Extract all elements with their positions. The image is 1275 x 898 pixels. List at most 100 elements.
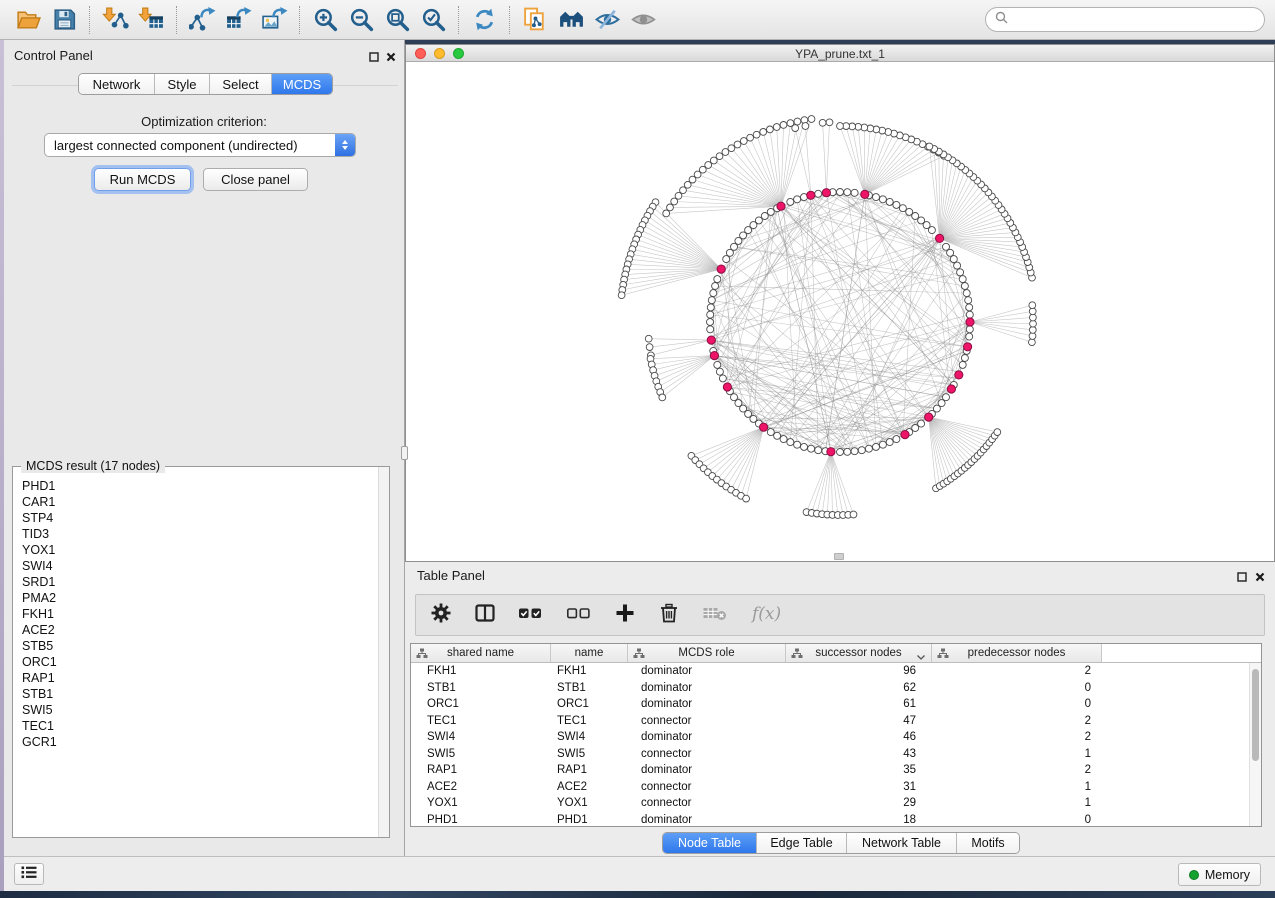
delete-column-button[interactable] bbox=[658, 602, 680, 629]
network-graph-canvas[interactable] bbox=[406, 62, 1274, 561]
cell-MCDS-role: connector bbox=[628, 715, 786, 727]
float-table-panel-icon[interactable] bbox=[1237, 569, 1247, 587]
table-row[interactable]: YOX1YOX1connector291 bbox=[411, 795, 1261, 812]
first-neighbors-button[interactable] bbox=[553, 5, 589, 35]
tab-select[interactable]: Select bbox=[210, 74, 272, 94]
table-row[interactable]: ACE2ACE2connector311 bbox=[411, 779, 1261, 796]
tab-mcds[interactable]: MCDS bbox=[272, 74, 332, 94]
optimization-criterion-select[interactable]: largest connected component (undirected) bbox=[44, 133, 356, 157]
network-title: YPA_prune.txt_1 bbox=[406, 47, 1274, 61]
add-column-button[interactable] bbox=[614, 602, 636, 629]
hide-selected-button[interactable] bbox=[589, 5, 625, 35]
zoom-fit-button[interactable] bbox=[379, 5, 415, 35]
mcds-result-item[interactable]: STP4 bbox=[22, 510, 377, 526]
save-session-button[interactable] bbox=[46, 5, 82, 35]
show-all-button[interactable] bbox=[625, 5, 661, 35]
mcds-result-item[interactable]: RAP1 bbox=[22, 670, 377, 686]
mcds-result-item[interactable]: YOX1 bbox=[22, 542, 377, 558]
mcds-result-item[interactable]: TEC1 bbox=[22, 718, 377, 734]
import-table-button[interactable] bbox=[133, 5, 169, 35]
close-panel-button[interactable]: Close panel bbox=[203, 168, 308, 191]
export-table-button[interactable] bbox=[220, 5, 256, 35]
unselect-all-icon bbox=[566, 602, 592, 629]
zoom-selected-button[interactable] bbox=[415, 5, 451, 35]
cell-name: YOX1 bbox=[551, 797, 628, 809]
mcds-result-item[interactable]: STB5 bbox=[22, 638, 377, 654]
network-window-titlebar[interactable]: YPA_prune.txt_1 bbox=[406, 45, 1274, 62]
column-header-successor-nodes[interactable]: successor nodes bbox=[786, 644, 932, 662]
table-row[interactable]: SWI4SWI4dominator462 bbox=[411, 729, 1261, 746]
mcds-result-item[interactable]: FKH1 bbox=[22, 606, 377, 622]
panel-menu-button[interactable] bbox=[14, 863, 44, 885]
search-box[interactable] bbox=[985, 7, 1265, 32]
mcds-result-item[interactable]: SRD1 bbox=[22, 574, 377, 590]
mcds-result-item[interactable]: STB1 bbox=[22, 686, 377, 702]
mcds-result-item[interactable]: CAR1 bbox=[22, 494, 377, 510]
mcds-result-item[interactable]: ACE2 bbox=[22, 622, 377, 638]
cell-shared-name: STB1 bbox=[411, 682, 551, 694]
open-file-icon bbox=[15, 6, 42, 33]
column-header-predecessor-nodes[interactable]: predecessor nodes bbox=[932, 644, 1102, 662]
mcds-list-scrollbar[interactable] bbox=[378, 467, 389, 837]
tab-network-table[interactable]: Network Table bbox=[847, 833, 957, 853]
panel-splitter-handle[interactable] bbox=[401, 446, 408, 460]
tab-network[interactable]: Network bbox=[79, 74, 155, 94]
table-row[interactable]: ORC1ORC1dominator610 bbox=[411, 696, 1261, 713]
sort-chevron-icon[interactable] bbox=[917, 651, 925, 663]
mcds-result-item[interactable]: PMA2 bbox=[22, 590, 377, 606]
network-scrollbar-thumb[interactable] bbox=[834, 553, 844, 560]
settings-button[interactable] bbox=[430, 602, 452, 629]
tab-motifs[interactable]: Motifs bbox=[957, 833, 1019, 853]
table-row[interactable]: RAP1RAP1dominator352 bbox=[411, 762, 1261, 779]
table-row[interactable]: SWI5SWI5connector431 bbox=[411, 746, 1261, 763]
refresh-layout-button[interactable] bbox=[466, 5, 502, 35]
search-input[interactable] bbox=[1014, 13, 1255, 27]
tab-edge-table[interactable]: Edge Table bbox=[757, 833, 847, 853]
table-toolbar: f(x) bbox=[415, 594, 1265, 636]
network-view-window: YPA_prune.txt_1 bbox=[405, 44, 1275, 562]
delete-table-icon bbox=[702, 602, 728, 629]
columns-button[interactable] bbox=[474, 602, 496, 629]
run-mcds-button[interactable]: Run MCDS bbox=[94, 168, 191, 191]
table-row[interactable]: PHD1PHD1dominator180 bbox=[411, 812, 1261, 827]
cell-successor-nodes: 43 bbox=[786, 748, 932, 760]
table-panel-tabs: Node TableEdge TableNetwork TableMotifs bbox=[662, 832, 1020, 854]
add-column-icon bbox=[614, 602, 636, 629]
import-network-button[interactable] bbox=[97, 5, 133, 35]
tab-node-table[interactable]: Node Table bbox=[663, 833, 757, 853]
cell-shared-name: YOX1 bbox=[411, 797, 551, 809]
table-row[interactable]: TEC1TEC1connector472 bbox=[411, 713, 1261, 730]
mcds-result-item[interactable]: SWI4 bbox=[22, 558, 377, 574]
zoom-in-button[interactable] bbox=[307, 5, 343, 35]
mcds-result-item[interactable]: SWI5 bbox=[22, 702, 377, 718]
close-table-panel-icon[interactable] bbox=[1255, 569, 1265, 587]
column-header-name[interactable]: name bbox=[551, 644, 628, 662]
select-all-button[interactable] bbox=[518, 602, 544, 629]
cell-successor-nodes: 47 bbox=[786, 715, 932, 727]
mcds-result-item[interactable]: PHD1 bbox=[22, 478, 377, 494]
import-table-icon bbox=[138, 6, 165, 33]
column-header-MCDS-role[interactable]: MCDS role bbox=[628, 644, 786, 662]
clone-network-button[interactable] bbox=[517, 5, 553, 35]
float-panel-icon[interactable] bbox=[369, 49, 379, 67]
table-row[interactable]: FKH1FKH1dominator962 bbox=[411, 663, 1261, 680]
mcds-result-item[interactable]: GCR1 bbox=[22, 734, 377, 750]
cell-MCDS-role: connector bbox=[628, 781, 786, 793]
close-panel-icon[interactable] bbox=[386, 49, 396, 67]
mcds-result-list: PHD1CAR1STP4TID3YOX1SWI4SRD1PMA2FKH1ACE2… bbox=[14, 470, 377, 836]
table-scrollbar-thumb[interactable] bbox=[1252, 669, 1259, 761]
table-row[interactable]: STB1STB1dominator620 bbox=[411, 680, 1261, 697]
export-image-button[interactable] bbox=[256, 5, 292, 35]
open-file-button[interactable] bbox=[10, 5, 46, 35]
mcds-result-item[interactable]: ORC1 bbox=[22, 654, 377, 670]
table-body: FKH1FKH1dominator962STB1STB1dominator620… bbox=[411, 663, 1261, 826]
export-network-button[interactable] bbox=[184, 5, 220, 35]
mcds-result-item[interactable]: TID3 bbox=[22, 526, 377, 542]
cell-shared-name: SWI4 bbox=[411, 731, 551, 743]
column-header-shared-name[interactable]: shared name bbox=[411, 644, 551, 662]
zoom-out-button[interactable] bbox=[343, 5, 379, 35]
tab-style[interactable]: Style bbox=[155, 74, 210, 94]
memory-button[interactable]: Memory bbox=[1178, 863, 1261, 886]
table-scrollbar[interactable] bbox=[1249, 663, 1261, 826]
unselect-all-button[interactable] bbox=[566, 602, 592, 629]
